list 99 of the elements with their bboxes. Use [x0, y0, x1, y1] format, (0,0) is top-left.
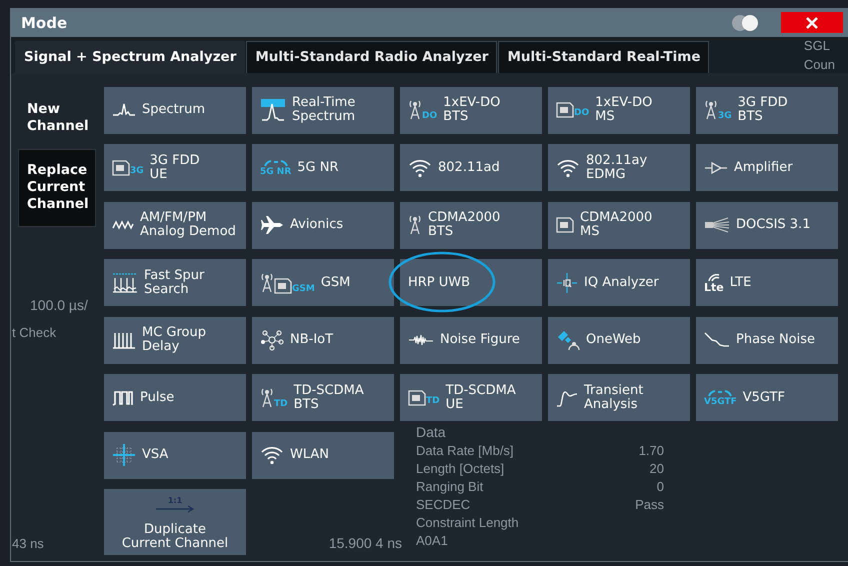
wifi-icon [408, 158, 432, 178]
icon-label: 3G [718, 112, 732, 121]
bar-chart-icon [112, 331, 136, 349]
icon-label: 3G [130, 166, 144, 176]
table-cell: Length [Octets] [416, 460, 504, 476]
wifi-icon [556, 158, 580, 178]
antenna-icon [260, 272, 274, 294]
icon-label: DO [574, 109, 590, 118]
airplane-icon [260, 215, 284, 235]
signal-icon [262, 158, 290, 166]
curve-icon [556, 388, 578, 406]
table-heading: Data [416, 424, 447, 440]
mode-button[interactable]: DO 1xEV-DO BTS [400, 86, 542, 134]
noise-icon [408, 334, 434, 346]
antenna-icon [408, 99, 422, 121]
mode-button[interactable]: MC Group Delay [104, 316, 246, 364]
icon-label: TD [274, 400, 288, 408]
tab[interactable]: Signal + Spectrum Analyzer [15, 40, 246, 72]
mode-button[interactable]: 802.11ad [400, 144, 542, 191]
mode-button[interactable]: Avionics [252, 202, 394, 248]
axis-label: 15.900 4 ns [328, 535, 402, 551]
icon-label: TD [426, 396, 440, 406]
background-label: t Check [12, 324, 58, 340]
sidebar-item[interactable]: Replace Current Channel [18, 148, 96, 226]
comb-spectrum-icon [112, 272, 138, 294]
antenna-icon [704, 99, 718, 121]
close-button[interactable] [781, 12, 843, 34]
mode-button[interactable]: Amplifier [696, 144, 838, 191]
background-label: SGL [804, 38, 830, 53]
tab[interactable]: Multi-Standard Radio Analyzer [246, 40, 498, 72]
sim-card-icon [556, 102, 574, 118]
wifi-icon [260, 445, 284, 465]
table-cell: 1.70 [638, 442, 664, 458]
sidebar-item[interactable]: New Channel [18, 86, 96, 148]
sim-card-icon [112, 160, 130, 176]
mode-button[interactable]: Pulse [104, 374, 246, 421]
icon-label: 5G NR [260, 168, 292, 176]
mode-button[interactable]: WLAN [252, 432, 394, 478]
icon-label: GSM [292, 284, 315, 294]
amplifier-icon [704, 160, 728, 174]
mode-button[interactable]: VSA [104, 432, 246, 478]
mode-button[interactable]: 3G 3G FDD BTS [696, 86, 838, 134]
mode-button[interactable]: CDMA2000 BTS [400, 202, 542, 248]
mode-button[interactable]: NB-IoT [252, 316, 394, 364]
antenna-icon [260, 386, 274, 408]
mode-button[interactable]: Spectrum [104, 86, 246, 134]
mode-button[interactable]: Fast Spur Search [104, 259, 246, 306]
window-title: Mode [21, 14, 68, 32]
mode-button[interactable]: Noise Figure [400, 316, 542, 364]
signal-icon [706, 274, 721, 282]
mode-button[interactable]: 802.11ay EDMG [548, 144, 690, 191]
mode-button[interactable]: DO 1xEV-DO MS [548, 86, 690, 134]
table-cell: 20 [650, 460, 664, 476]
background-label: Coun [804, 56, 835, 72]
mode-button[interactable]: Lte LTE [696, 259, 838, 306]
signal-icon [706, 388, 734, 396]
mode-button[interactable]: Phase Noise [696, 316, 838, 364]
icon-label: V5GTF [704, 398, 737, 406]
table-cell: SECDEC [416, 496, 470, 512]
mode-button[interactable]: AM/FM/PM Analog Demod [104, 202, 246, 248]
sim-card-icon [556, 217, 574, 233]
mode-button[interactable]: DOCSIS 3.1 [696, 202, 838, 248]
mode-button[interactable]: Real-Time Spectrum [252, 86, 394, 134]
antenna-icon [408, 214, 422, 236]
network-icon [260, 329, 284, 351]
mode-button[interactable]: Transient Analysis [548, 374, 690, 421]
table-cell: 0 [656, 478, 664, 494]
fiber-icon [704, 217, 730, 233]
table-cell: Constraint Length [416, 514, 519, 530]
table-cell: A0A1 [416, 532, 448, 548]
toggle-icon[interactable] [731, 14, 759, 32]
mode-button[interactable]: GSM GSM [252, 259, 394, 306]
spectrum-icon [260, 98, 286, 122]
mode-button[interactable]: TD TD-SCDMA UE [400, 374, 542, 421]
mode-button[interactable]: 3G 3G FDD UE [104, 144, 246, 191]
mode-button[interactable]: HRP UWB [400, 259, 542, 306]
table-cell: Ranging Bit [416, 478, 484, 494]
table-cell: Pass [635, 496, 664, 512]
mode-button[interactable]: CDMA2000 MS [548, 202, 690, 248]
iq-icon [556, 272, 578, 294]
table-cell: Data Rate [Mb/s] [416, 442, 514, 458]
mode-button[interactable]: TD TD-SCDMA BTS [252, 374, 394, 421]
close-icon [805, 16, 819, 30]
axis-label: 100.0 µs/ [30, 296, 89, 312]
constellation-icon [112, 443, 136, 467]
icon-label: Lte [704, 282, 724, 292]
mode-button[interactable]: OneWeb [548, 316, 690, 364]
tab[interactable]: Multi-Standard Real-Time [498, 40, 710, 72]
axis-label: 43 ns [12, 536, 45, 551]
curve-icon [704, 332, 730, 348]
pulse-icon [112, 390, 134, 406]
icon-label: DO [422, 112, 438, 121]
mode-button[interactable]: IQ Analyzer [548, 259, 690, 306]
wave-icon [112, 219, 134, 231]
satellite-icon [556, 329, 580, 351]
sim-card-icon [274, 278, 292, 294]
mode-button[interactable]: V5GTF V5GTF [696, 374, 838, 421]
sim-card-icon [408, 390, 426, 406]
mode-button[interactable]: 5G NR 5G NR [252, 144, 394, 191]
